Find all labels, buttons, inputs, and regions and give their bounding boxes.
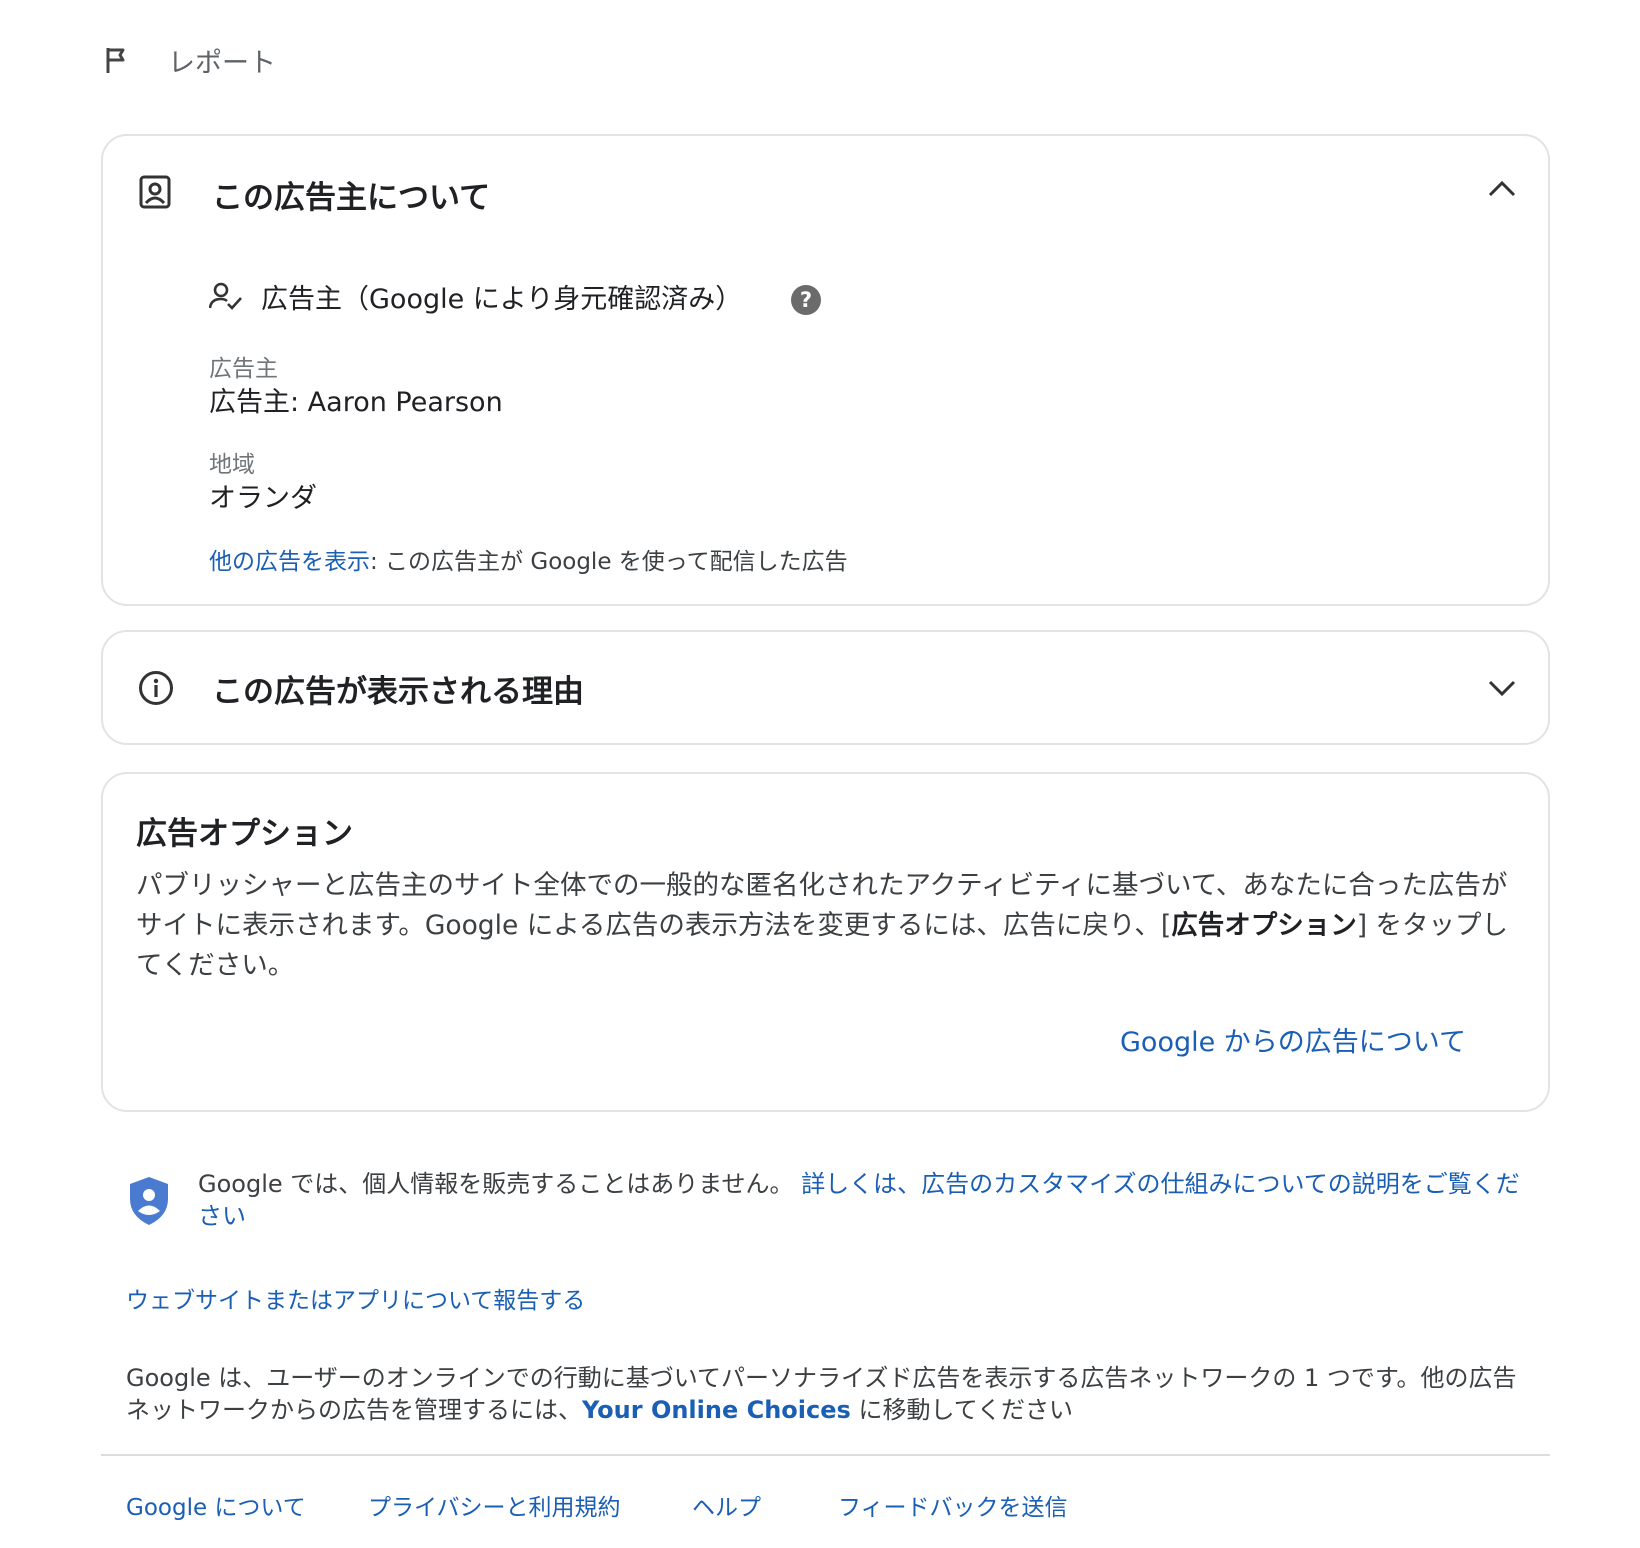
advertiser-card-header[interactable]: この広告主について <box>103 136 1548 246</box>
options-card-body: パブリッシャーと広告主のサイト全体での一般的な匿名化されたアクティビティに基づい… <box>136 866 1514 986</box>
more-ads-link[interactable]: 他の広告を表示 <box>209 549 370 575</box>
report-site-link[interactable]: ウェブサイトまたはアプリについて報告する <box>126 1281 585 1315</box>
svg-text:?: ? <box>800 288 812 312</box>
privacy-text: Google では、個人情報を販売することはありません。 <box>198 1170 794 1198</box>
report-button[interactable]: レポート <box>100 40 276 80</box>
verified-row: 広告主（Google により身元確認済み） <box>209 276 742 316</box>
advertiser-value: 広告主: Aaron Pearson <box>209 387 503 418</box>
reason-card[interactable]: この広告が表示される理由 <box>101 630 1550 745</box>
region-value: オランダ <box>209 483 317 514</box>
footer-about-google-link[interactable]: Google について <box>126 1488 306 1522</box>
footer-privacy-terms-link[interactable]: プライバシーと利用規約 <box>368 1488 621 1522</box>
options-body-bold: 広告オプション <box>1171 910 1357 941</box>
advertiser-field-label: 広告主 <box>209 356 278 382</box>
your-online-choices-link[interactable]: Your Online Choices <box>582 1396 851 1424</box>
network-note-post: に移動してください <box>850 1396 1074 1424</box>
help-icon[interactable]: ? <box>790 284 822 316</box>
network-note: Google は、ユーザーのオンラインでの行動に基づいてパーソナライズド広告を表… <box>126 1362 1536 1426</box>
shield-person-icon <box>127 1175 171 1227</box>
flag-icon <box>100 44 132 76</box>
options-card-title: 広告オプション <box>136 816 353 852</box>
footer-divider <box>101 1454 1550 1456</box>
reason-card-title: この広告が表示される理由 <box>212 674 584 710</box>
account-box-icon <box>139 175 171 209</box>
chevron-down-icon[interactable] <box>1487 677 1517 701</box>
verified-label: 広告主（Google により身元確認済み） <box>261 283 743 315</box>
advertiser-card: この広告主について 広告主（Google により身元確認済み） ? 広告主 広告… <box>101 134 1550 606</box>
footer-help-link[interactable]: ヘルプ <box>692 1488 761 1522</box>
info-icon <box>138 670 174 706</box>
person-check-icon <box>209 281 243 311</box>
region-field-label: 地域 <box>209 452 255 478</box>
report-label: レポート <box>168 47 276 79</box>
chevron-up-icon[interactable] <box>1487 176 1517 200</box>
privacy-note: Google では、個人情報を販売することはありません。 詳しくは、広告のカスタ… <box>198 1168 1528 1232</box>
advertiser-card-title: この広告主について <box>212 180 491 216</box>
more-ads-desc: : この広告主が Google を使って配信した広告 <box>370 549 848 575</box>
about-google-ads-link[interactable]: Google からの広告について <box>1120 1020 1466 1059</box>
options-card: 広告オプション パブリッシャーと広告主のサイト全体での一般的な匿名化されたアクテ… <box>101 772 1550 1112</box>
footer-feedback-link[interactable]: フィードバックを送信 <box>838 1488 1068 1522</box>
more-ads-row: 他の広告を表示: この広告主が Google を使って配信した広告 <box>209 542 848 576</box>
